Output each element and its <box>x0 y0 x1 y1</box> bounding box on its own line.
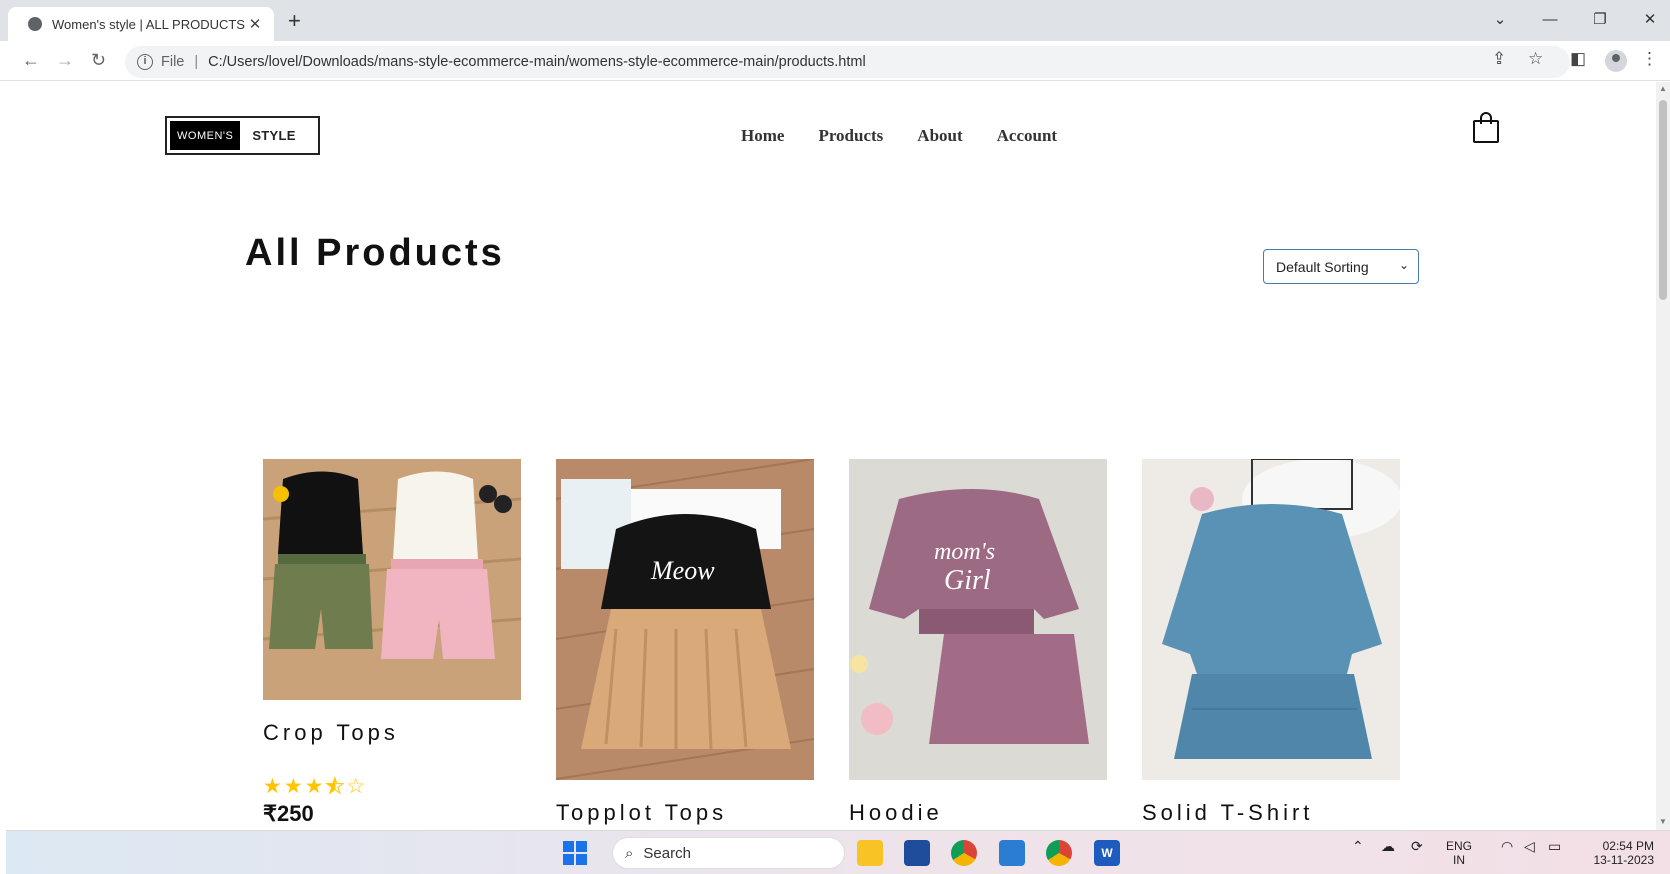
star-full-icon: ★ <box>263 775 284 798</box>
crop-tops-image <box>263 459 521 700</box>
wifi-icon[interactable]: ◠ <box>1501 839 1513 853</box>
nav-home[interactable]: Home <box>741 126 784 146</box>
star-full-icon: ★ <box>304 775 326 798</box>
scroll-up-icon[interactable]: ▲ <box>1659 84 1667 93</box>
share-icon[interactable]: ⇪ <box>1492 49 1506 69</box>
bookmark-star-icon[interactable]: ☆ <box>1528 49 1543 69</box>
scroll-down-icon[interactable]: ▼ <box>1659 817 1667 826</box>
main-nav: Home Products About Account <box>741 126 1057 146</box>
tab-title: Women's style | ALL PRODUCTS <box>52 16 245 32</box>
back-icon[interactable]: ← <box>22 49 40 71</box>
new-tab-button[interactable]: + <box>288 8 301 34</box>
forward-icon[interactable]: → <box>56 49 74 71</box>
logo-womens: WOMEN'S <box>170 121 241 150</box>
product-image[interactable]: Meow <box>556 459 814 780</box>
logo-style: STYLE <box>252 128 296 143</box>
svg-text:Girl: Girl <box>944 565 991 596</box>
chrome-icon[interactable] <box>1046 840 1072 866</box>
url-text[interactable]: C:/Users/lovel/Downloads/mans-style-ecom… <box>208 54 866 70</box>
chevron-down-icon: ⌄ <box>1398 258 1409 272</box>
svg-text:Meow: Meow <box>650 556 715 585</box>
search-icon: ⌕ <box>625 844 634 862</box>
product-card[interactable]: mom's Girl Hoodie <box>849 459 1107 826</box>
tab-search-icon[interactable]: ⌄ <box>1475 8 1525 32</box>
star-full-icon: ★ <box>283 775 305 798</box>
address-bar[interactable]: i File | C:/Users/lovel/Downloads/mans-s… <box>125 46 1570 78</box>
page-scrollbar[interactable]: ▲ ▼ <box>1656 82 1670 830</box>
language-indicator[interactable]: ENG IN <box>1446 839 1472 867</box>
svg-text:mom's: mom's <box>934 539 995 565</box>
site-logo[interactable]: WOMEN'S STYLE <box>165 116 320 155</box>
sort-select[interactable]: Default Sorting ⌄ <box>1263 249 1419 284</box>
product-name[interactable]: Crop Tops <box>263 720 521 746</box>
browser-tab-bar: Women's style | ALL PRODUCTS ✕ + ⌄ — ❐ ✕ <box>0 0 1670 41</box>
region-code: IN <box>1453 853 1465 867</box>
volume-icon[interactable]: ◁ <box>1524 839 1535 853</box>
sync-icon[interactable]: ⟳ <box>1411 839 1423 853</box>
reload-icon[interactable]: ↻ <box>91 49 106 71</box>
info-icon[interactable]: i <box>137 54 153 70</box>
windows-taskbar: ⌕ Search W ⌃ ☁ ⟳ ENG IN ◠ ◁ ▭ 02:54 PM 1… <box>6 830 1670 874</box>
restore-icon[interactable]: ❐ <box>1575 8 1625 32</box>
file-label: File <box>161 54 185 70</box>
taskbar-search[interactable]: ⌕ Search <box>612 837 845 869</box>
globe-icon <box>28 17 42 31</box>
scrollbar-thumb[interactable] <box>1659 100 1667 300</box>
address-separator: | <box>194 54 199 70</box>
nav-about[interactable]: About <box>917 126 962 146</box>
product-price: ₹250 <box>263 801 314 826</box>
product-card[interactable]: Meow Topplot Tops <box>556 459 814 826</box>
file-explorer-icon[interactable] <box>857 840 883 866</box>
hoodie-image: mom's Girl <box>849 459 1107 780</box>
profile-icon[interactable] <box>1605 50 1627 72</box>
product-image[interactable]: mom's Girl <box>849 459 1107 780</box>
chrome-profile-icon[interactable] <box>951 840 977 866</box>
solid-t-shirt-image <box>1142 459 1400 780</box>
product-name[interactable]: Topplot Tops <box>556 800 814 826</box>
search-placeholder: Search <box>643 844 691 862</box>
star-half-icon: ★ <box>325 775 347 799</box>
store-icon[interactable] <box>904 840 930 866</box>
vscode-icon[interactable] <box>999 840 1025 866</box>
close-tab-icon[interactable]: ✕ <box>246 15 264 33</box>
clock-date: 13-11-2023 <box>1593 853 1655 867</box>
nav-products[interactable]: Products <box>818 126 883 146</box>
onedrive-icon[interactable]: ☁ <box>1381 839 1395 853</box>
close-window-icon[interactable]: ✕ <box>1625 8 1670 32</box>
sort-selected-value: Default Sorting <box>1276 258 1369 275</box>
product-image[interactable] <box>263 459 521 700</box>
word-icon[interactable]: W <box>1094 840 1120 866</box>
battery-icon[interactable]: ▭ <box>1548 839 1561 853</box>
product-card[interactable]: Solid T-Shirt <box>1142 459 1400 826</box>
language-code: ENG <box>1446 839 1473 853</box>
clock-time: 02:54 PM <box>1602 839 1654 853</box>
star-empty-icon: ☆ <box>346 775 368 798</box>
page-title: All Products <box>245 232 505 274</box>
browser-tab[interactable]: Women's style | ALL PRODUCTS ✕ <box>8 7 274 41</box>
page-viewport: WOMEN'S STYLE Home Products About Accoun… <box>6 82 1656 830</box>
minimize-icon[interactable]: — <box>1525 8 1575 32</box>
side-panel-icon[interactable]: ◧ <box>1570 49 1586 69</box>
windows-start-icon[interactable] <box>562 840 588 866</box>
product-name[interactable]: Hoodie <box>849 800 1107 826</box>
browser-toolbar: ← → ↻ i File | C:/Users/lovel/Downloads/… <box>0 41 1670 81</box>
clock[interactable]: 02:54 PM 13-11-2023 <box>1584 839 1655 867</box>
product-name[interactable]: Solid T-Shirt <box>1142 800 1400 826</box>
shopping-bag-icon[interactable] <box>1471 112 1501 144</box>
menu-icon[interactable]: ⋮ <box>1641 49 1658 69</box>
product-image[interactable] <box>1142 459 1400 780</box>
rating-stars: ★★★★☆ <box>263 774 521 799</box>
nav-account[interactable]: Account <box>997 126 1057 146</box>
topplot-tops-image: Meow <box>556 459 814 780</box>
chevron-up-icon[interactable]: ⌃ <box>1352 839 1364 853</box>
product-card[interactable]: Crop Tops ★★★★☆ ₹250 <box>263 459 521 827</box>
